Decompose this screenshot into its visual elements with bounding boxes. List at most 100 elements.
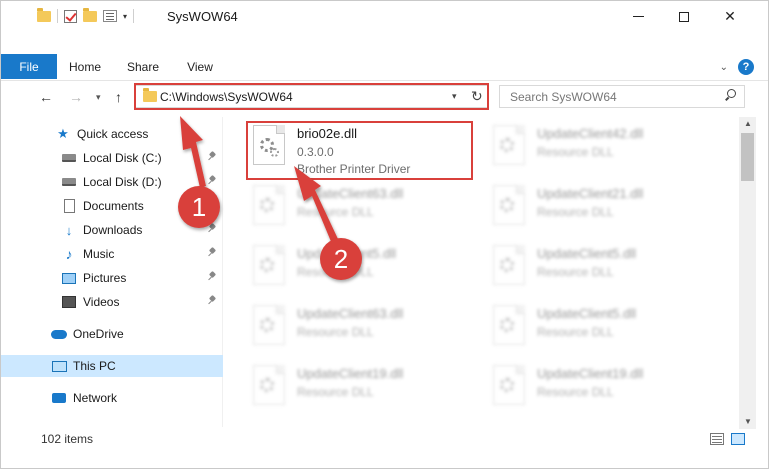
- pin-icon: [208, 296, 217, 305]
- maximize-button[interactable]: [661, 1, 707, 32]
- cloud-icon: [51, 327, 67, 341]
- sidebar-item-local-disk-c[interactable]: Local Disk (C:): [1, 147, 223, 169]
- list-item[interactable]: UpdateClient63.dll Resource DLL: [247, 301, 477, 359]
- sidebar-item-label: Documents: [83, 199, 144, 213]
- sidebar-item-network[interactable]: Network: [1, 387, 223, 409]
- ribbon-controls: ⌄ ?: [720, 59, 754, 75]
- refresh-button[interactable]: ↻: [471, 88, 483, 105]
- sidebar-item-label: Network: [73, 391, 118, 405]
- large-icons-view-icon[interactable]: [731, 433, 745, 445]
- sidebar-item-onedrive[interactable]: OneDrive: [1, 323, 223, 345]
- dll-file-icon: [493, 185, 525, 225]
- download-icon: ↓: [65, 222, 73, 238]
- quick-access-toolbar: ▾: [37, 7, 135, 23]
- forward-button[interactable]: →: [69, 89, 83, 105]
- file-version: 0.3.0.0: [297, 145, 334, 159]
- file-name: UpdateClient5.dll: [537, 306, 637, 321]
- list-item[interactable]: UpdateClient19.dll Resource DLL: [487, 361, 717, 419]
- file-type: Resource DLL: [297, 385, 374, 399]
- file-name: UpdateClient21.dll: [537, 186, 644, 201]
- step-badge-1: 1: [178, 186, 220, 228]
- pin-icon: [208, 248, 217, 257]
- list-item[interactable]: UpdateClient19.dll Resource DLL: [247, 361, 477, 419]
- scroll-down-arrow-icon[interactable]: ▼: [744, 417, 752, 426]
- sidebar-item-label: Videos: [83, 295, 120, 309]
- search-icon[interactable]: [724, 89, 736, 101]
- close-icon: ✕: [724, 8, 736, 24]
- scroll-up-arrow-icon[interactable]: ▲: [744, 119, 752, 128]
- item-count: 102 items: [41, 432, 94, 446]
- address-path[interactable]: C:\Windows\SysWOW64: [160, 90, 293, 104]
- dll-file-icon: [253, 365, 285, 405]
- minimize-button[interactable]: [615, 1, 661, 32]
- file-name: UpdateClient63.dll: [297, 186, 404, 201]
- ribbon: File Home Share View ⌄ ?: [1, 54, 768, 81]
- sidebar-item-label: Music: [83, 247, 115, 261]
- back-button[interactable]: ←: [39, 89, 53, 105]
- list-item[interactable]: UpdateClient5.dll Resource DLL: [247, 241, 477, 299]
- up-button[interactable]: ↑: [115, 89, 122, 105]
- expand-ribbon-chevron-icon[interactable]: ⌄: [720, 62, 728, 73]
- vertical-scrollbar[interactable]: ▲ ▼: [739, 117, 756, 429]
- sidebar-item-pictures[interactable]: Pictures: [1, 267, 223, 289]
- new-folder-icon[interactable]: [83, 7, 97, 22]
- dll-file-icon: [493, 305, 525, 345]
- list-item[interactable]: UpdateClient5.dll Resource DLL: [487, 301, 717, 359]
- ribbon-tabs: File Home Share View: [1, 54, 227, 79]
- tab-home[interactable]: Home: [57, 54, 113, 79]
- list-item[interactable]: UpdateClient63.dll Resource DLL: [247, 181, 477, 239]
- file-description: Brother Printer Driver: [297, 162, 411, 176]
- scroll-thumb[interactable]: [741, 133, 754, 181]
- tab-share[interactable]: Share: [113, 54, 173, 79]
- help-icon[interactable]: ?: [738, 59, 754, 75]
- file-tile-brio02e[interactable]: brio02e.dll 0.3.0.0 Brother Printer Driv…: [247, 121, 477, 179]
- view-options-icon[interactable]: [103, 10, 117, 22]
- file-type: Resource DLL: [297, 325, 374, 339]
- pin-icon: [208, 272, 217, 281]
- file-type: Resource DLL: [537, 385, 614, 399]
- list-item[interactable]: UpdateClient5.dll Resource DLL: [487, 241, 717, 299]
- address-history-chevron-icon[interactable]: ▾: [452, 91, 457, 102]
- dll-file-icon: [253, 185, 285, 225]
- sidebar-item-quick-access[interactable]: ★ Quick access: [1, 123, 223, 145]
- file-type: Resource DLL: [297, 205, 374, 219]
- tab-view[interactable]: View: [173, 54, 227, 79]
- search-box[interactable]: Search SysWOW64: [499, 85, 745, 108]
- sidebar-item-label: Local Disk (D:): [83, 175, 162, 189]
- search-input[interactable]: Search SysWOW64: [510, 90, 617, 104]
- recent-locations-button[interactable]: ▾: [96, 92, 101, 103]
- pin-icon: [208, 152, 217, 161]
- sidebar-item-label: This PC: [73, 359, 116, 373]
- file-name: UpdateClient5.dll: [537, 246, 637, 261]
- sidebar-item-music[interactable]: ♪ Music: [1, 243, 223, 265]
- properties-check-icon[interactable]: [64, 9, 77, 23]
- tab-file[interactable]: File: [1, 54, 57, 79]
- divider: [133, 9, 135, 23]
- dll-file-icon: [493, 365, 525, 405]
- dll-file-icon: [253, 125, 285, 165]
- sidebar-item-label: OneDrive: [73, 327, 124, 341]
- document-icon: [61, 199, 77, 213]
- address-bar[interactable]: C:\Windows\SysWOW64 ▾ ↻: [135, 85, 489, 108]
- file-type: Resource DLL: [537, 265, 614, 279]
- file-name: UpdateClient42.dll: [537, 126, 644, 141]
- title-bar: ▾ SysWOW64 ✕: [1, 1, 768, 32]
- file-type: Resource DLL: [537, 325, 614, 339]
- close-button[interactable]: ✕: [707, 1, 753, 32]
- pin-icon: [208, 176, 217, 185]
- list-item[interactable]: UpdateClient42.dll Resource DLL: [487, 121, 717, 179]
- sidebar-item-videos[interactable]: Videos: [1, 291, 223, 313]
- sidebar-item-label: Local Disk (C:): [83, 151, 162, 165]
- dll-file-icon: [253, 305, 285, 345]
- music-icon: ♪: [65, 246, 73, 262]
- customize-toolbar-chevron-icon[interactable]: ▾: [123, 12, 127, 21]
- drive-icon: [61, 151, 77, 165]
- list-item[interactable]: UpdateClient21.dll Resource DLL: [487, 181, 717, 239]
- file-name: UpdateClient63.dll: [297, 306, 404, 321]
- sidebar-item-label: Pictures: [83, 271, 127, 285]
- picture-icon: [61, 271, 77, 285]
- details-view-icon[interactable]: [710, 433, 724, 445]
- pin-icon: [208, 224, 217, 233]
- sidebar-item-this-pc[interactable]: This PC: [1, 355, 223, 377]
- sidebar-item-label: Downloads: [83, 223, 143, 237]
